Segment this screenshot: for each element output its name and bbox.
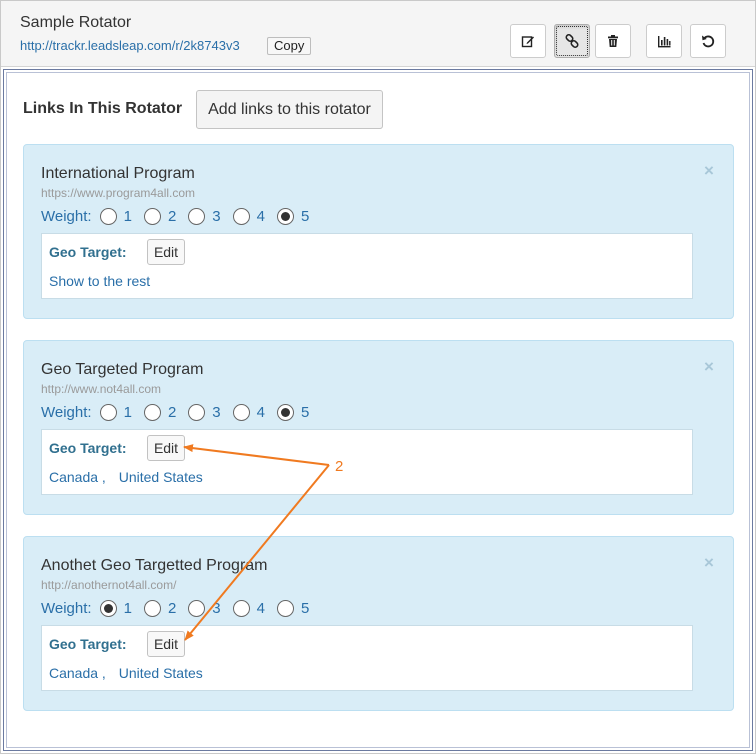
link-card: International Program https://www.progra…	[23, 144, 734, 319]
radio-button[interactable]	[143, 600, 161, 617]
radio-button[interactable]	[99, 404, 117, 421]
radio-button-checked[interactable]	[276, 208, 294, 225]
link-name: International Program	[41, 165, 195, 182]
reset-icon	[702, 35, 715, 48]
rotator-title: Sample Rotator	[20, 14, 132, 31]
weight-option-5[interactable]: 5	[276, 600, 309, 617]
geo-target-value: Canada , United States	[49, 469, 203, 485]
stats-button[interactable]	[646, 24, 682, 58]
radio-button[interactable]	[188, 600, 206, 617]
links-button[interactable]	[554, 24, 590, 58]
edit-icon	[521, 36, 534, 48]
weight-option-5[interactable]: 5	[276, 404, 309, 421]
weight-label: Weight:	[41, 600, 92, 617]
radio-button[interactable]	[143, 404, 161, 421]
weight-option-1[interactable]: 1	[99, 404, 132, 421]
geo-target-value: Canada , United States	[49, 665, 203, 681]
geo-edit-button[interactable]: Edit	[147, 435, 185, 461]
weight-option-2[interactable]: 2	[143, 404, 176, 421]
radio-button[interactable]	[143, 208, 161, 225]
geo-target-box: Geo Target: Edit Show to the rest	[41, 233, 693, 299]
edit-rotator-button[interactable]	[510, 24, 546, 58]
weight-option-2[interactable]: 2	[143, 208, 176, 225]
reset-button[interactable]	[690, 24, 726, 58]
close-icon[interactable]: ×	[704, 162, 714, 180]
radio-button-checked[interactable]	[99, 600, 117, 617]
link-name: Geo Targeted Program	[41, 361, 204, 378]
weight-selector: Weight: 1 2 3 4 5	[41, 404, 315, 421]
geo-country[interactable]: Show to the rest	[49, 273, 150, 289]
delete-rotator-button[interactable]	[595, 24, 631, 58]
weight-option-3[interactable]: 3	[188, 208, 221, 225]
rotator-url[interactable]: http://trackr.leadsleap.com/r/2k8743v3	[20, 38, 240, 53]
weight-selector: Weight: 1 2 3 4 5	[41, 600, 315, 617]
add-links-button[interactable]: Add links to this rotator	[196, 90, 383, 129]
weight-option-3[interactable]: 3	[188, 600, 221, 617]
geo-target-box: Geo Target: Edit Canada , United States	[41, 625, 693, 691]
radio-button[interactable]	[276, 600, 294, 617]
stats-icon	[658, 36, 671, 48]
geo-edit-button[interactable]: Edit	[147, 631, 185, 657]
geo-country[interactable]: United States	[119, 665, 203, 681]
radio-button[interactable]	[188, 208, 206, 225]
weight-option-4[interactable]: 4	[232, 208, 265, 225]
link-card: Geo Targeted Program http://www.not4all.…	[23, 340, 734, 515]
weight-option-5[interactable]: 5	[276, 208, 309, 225]
weight-option-3[interactable]: 3	[188, 404, 221, 421]
radio-button[interactable]	[232, 404, 250, 421]
copy-url-button[interactable]: Copy	[267, 37, 312, 55]
geo-target-value: Show to the rest	[49, 273, 150, 289]
radio-button[interactable]	[232, 600, 250, 617]
geo-target-box: Geo Target: Edit Canada , United States	[41, 429, 693, 495]
close-icon[interactable]: ×	[704, 554, 714, 572]
geo-country[interactable]: United States	[119, 469, 203, 485]
weight-option-2[interactable]: 2	[143, 600, 176, 617]
geo-edit-button[interactable]: Edit	[147, 239, 185, 265]
links-heading: Links In This Rotator	[23, 100, 183, 117]
trash-icon	[608, 35, 618, 47]
link-name: Anothet Geo Targetted Program	[41, 557, 268, 574]
geo-target-label: Geo Target:	[49, 244, 127, 260]
geo-target-label: Geo Target:	[49, 440, 127, 456]
radio-button[interactable]	[232, 208, 250, 225]
annotation-number: 2	[335, 458, 344, 475]
link-icon	[565, 34, 579, 48]
weight-label: Weight:	[41, 208, 92, 225]
radio-button[interactable]	[99, 208, 117, 225]
link-url: https://www.program4all.com	[41, 186, 196, 200]
link-url: http://anothernot4all.com/	[41, 578, 177, 592]
weight-option-4[interactable]: 4	[232, 404, 265, 421]
weight-option-4[interactable]: 4	[232, 600, 265, 617]
weight-label: Weight:	[41, 404, 92, 421]
close-icon[interactable]: ×	[704, 358, 714, 376]
radio-button[interactable]	[188, 404, 206, 421]
geo-country[interactable]: Canada	[49, 469, 98, 485]
weight-option-1[interactable]: 1	[99, 208, 132, 225]
rotator-header: Sample Rotator http://trackr.leadsleap.c…	[1, 1, 755, 67]
geo-country[interactable]: Canada	[49, 665, 98, 681]
link-url: http://www.not4all.com	[41, 382, 162, 396]
radio-button-checked[interactable]	[276, 404, 294, 421]
geo-target-label: Geo Target:	[49, 636, 127, 652]
weight-option-1[interactable]: 1	[99, 600, 132, 617]
link-card: Anothet Geo Targetted Program http://ano…	[23, 536, 734, 711]
weight-selector: Weight: 1 2 3 4 5	[41, 208, 315, 225]
